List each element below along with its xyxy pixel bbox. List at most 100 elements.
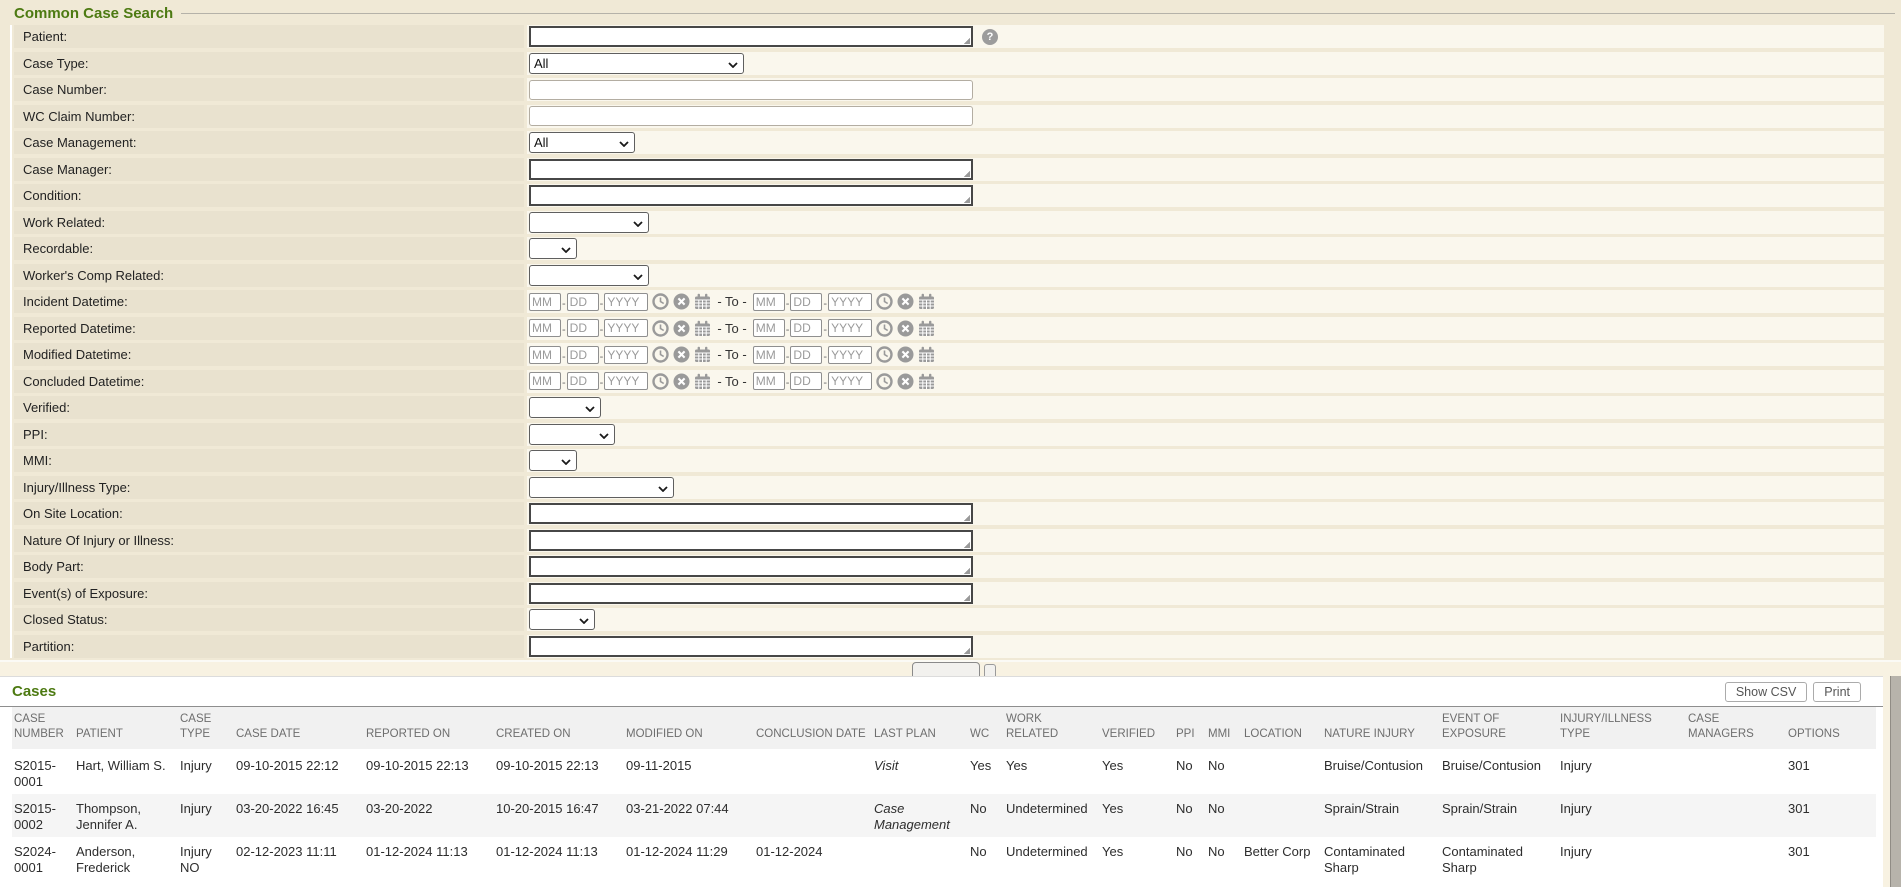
vertical-scrollbar[interactable] — [1890, 676, 1901, 887]
verified-select[interactable] — [529, 397, 601, 418]
date-group: -- — [753, 372, 935, 390]
calendar-icon[interactable] — [694, 373, 711, 390]
time-icon[interactable] — [876, 320, 893, 337]
nature-of-injury-or-illness-input[interactable] — [529, 530, 973, 551]
case-manager-input[interactable] — [529, 159, 973, 180]
events-of-exposure-input[interactable] — [529, 583, 973, 604]
cell-wc: No — [968, 837, 1004, 880]
help-icon[interactable]: ? — [982, 29, 998, 45]
year-input[interactable] — [828, 346, 872, 364]
year-input[interactable] — [604, 346, 648, 364]
year-input[interactable] — [604, 372, 648, 390]
time-icon[interactable] — [652, 320, 669, 337]
day-input[interactable] — [790, 319, 822, 337]
day-input[interactable] — [567, 293, 599, 311]
case-type-selected-value: All — [534, 56, 548, 71]
time-icon[interactable] — [652, 373, 669, 390]
work-related-select[interactable] — [529, 212, 649, 233]
day-input[interactable] — [790, 293, 822, 311]
clear-date-icon[interactable] — [897, 320, 914, 337]
cell-case-date: 02-12-2023 11:11 — [234, 837, 364, 880]
calendar-icon[interactable] — [918, 373, 935, 390]
field-value-condition — [527, 184, 1884, 207]
condition-input[interactable] — [529, 185, 973, 206]
time-icon[interactable] — [652, 346, 669, 363]
calendar-icon[interactable] — [694, 320, 711, 337]
form-row-case-type: Case Type:All — [14, 52, 1901, 75]
year-input[interactable] — [828, 293, 872, 311]
form-row-mmi: MMI: — [14, 449, 1901, 472]
day-input[interactable] — [567, 346, 599, 364]
form-row-events-of-exposure: Event(s) of Exposure: — [14, 582, 1901, 605]
year-input[interactable] — [828, 319, 872, 337]
on-site-location-input[interactable] — [529, 503, 973, 524]
case-manager-field-wrap — [529, 159, 973, 180]
clear-date-icon[interactable] — [673, 293, 690, 310]
time-icon[interactable] — [876, 373, 893, 390]
clear-date-icon[interactable] — [673, 320, 690, 337]
partition-input[interactable] — [529, 636, 973, 657]
month-input[interactable] — [529, 293, 561, 311]
cell-work-related: Yes — [1004, 750, 1100, 794]
calendar-icon[interactable] — [918, 320, 935, 337]
calendar-icon[interactable] — [918, 346, 935, 363]
print-button[interactable]: Print — [1813, 682, 1861, 702]
calendar-icon[interactable] — [694, 293, 711, 310]
mmi-select[interactable] — [529, 450, 577, 471]
day-input[interactable] — [567, 319, 599, 337]
time-icon[interactable] — [652, 293, 669, 310]
show-csv-button[interactable]: Show CSV — [1725, 682, 1807, 702]
patient-input[interactable] — [529, 26, 973, 47]
case-number-input[interactable] — [529, 80, 973, 100]
field-label-nature-of-injury-or-illness: Nature Of Injury or Illness: — [14, 529, 524, 552]
time-icon[interactable] — [876, 346, 893, 363]
day-input[interactable] — [790, 372, 822, 390]
calendar-icon[interactable] — [694, 346, 711, 363]
resize-grip-icon — [963, 37, 970, 44]
partition-field-wrap — [529, 636, 973, 657]
month-input[interactable] — [753, 293, 785, 311]
recordable-select[interactable] — [529, 238, 577, 259]
clear-date-icon[interactable] — [897, 373, 914, 390]
field-label-case-manager: Case Manager: — [14, 158, 524, 181]
body-part-input[interactable] — [529, 556, 973, 577]
clear-date-icon[interactable] — [897, 293, 914, 310]
month-input[interactable] — [753, 346, 785, 364]
workers-comp-related-select[interactable] — [529, 265, 649, 286]
field-label-workers-comp-related: Worker's Comp Related: — [14, 264, 524, 287]
chevron-down-icon — [599, 427, 609, 442]
legend-divider — [181, 13, 1895, 14]
column-header-ppi: PPI — [1174, 707, 1206, 750]
year-input[interactable] — [604, 319, 648, 337]
page: Common Case Search Patient:?Case Type:Al… — [0, 0, 1901, 887]
month-input[interactable] — [753, 319, 785, 337]
cell-location — [1242, 750, 1322, 794]
ppi-select[interactable] — [529, 424, 615, 445]
field-label-incident-datetime: Incident Datetime: — [14, 290, 524, 313]
month-input[interactable] — [753, 372, 785, 390]
date-dash: - — [562, 298, 566, 310]
case-management-select[interactable]: All — [529, 132, 635, 153]
case-type-select[interactable]: All — [529, 53, 744, 74]
month-input[interactable] — [529, 372, 561, 390]
cell-patient: Thompson, Jennifer A. — [74, 794, 178, 837]
clear-date-icon[interactable] — [673, 346, 690, 363]
clear-date-icon[interactable] — [673, 373, 690, 390]
time-icon[interactable] — [876, 293, 893, 310]
injury-illness-type-select[interactable] — [529, 477, 674, 498]
day-input[interactable] — [567, 372, 599, 390]
day-input[interactable] — [790, 346, 822, 364]
closed-status-select[interactable] — [529, 609, 595, 630]
calendar-icon[interactable] — [918, 293, 935, 310]
date-dash: - — [823, 324, 827, 336]
year-input[interactable] — [828, 372, 872, 390]
resize-grip-icon — [963, 594, 970, 601]
month-input[interactable] — [529, 319, 561, 337]
field-value-body-part — [527, 555, 1884, 578]
cell-case-managers — [1686, 750, 1786, 794]
date-dash: - — [600, 324, 604, 336]
wc-claim-number-input[interactable] — [529, 106, 973, 126]
month-input[interactable] — [529, 346, 561, 364]
year-input[interactable] — [604, 293, 648, 311]
clear-date-icon[interactable] — [897, 346, 914, 363]
